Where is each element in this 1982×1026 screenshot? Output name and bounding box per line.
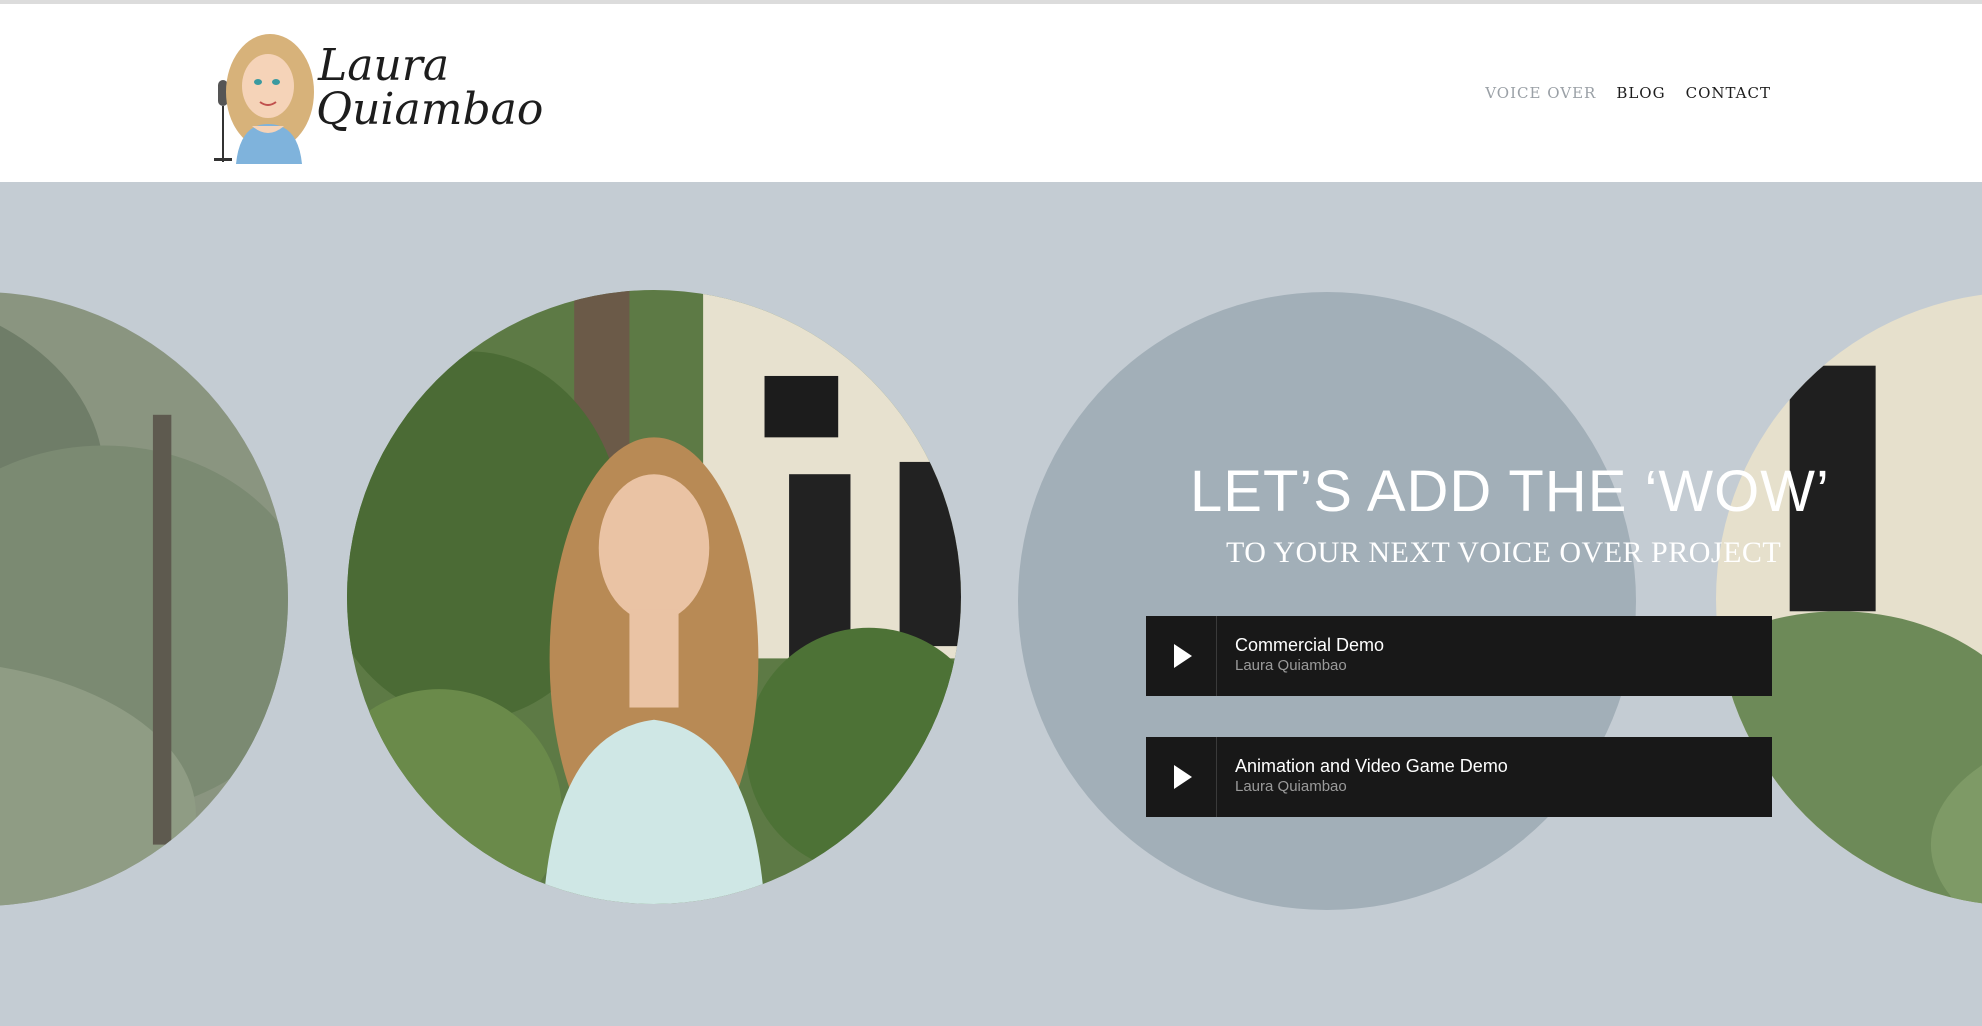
main-nav: VOICE OVER BLOG CONTACT bbox=[1485, 84, 1771, 102]
track-artist: Laura Quiambao bbox=[1235, 657, 1347, 674]
nav-item-voice-over[interactable]: VOICE OVER bbox=[1485, 84, 1596, 102]
hero-subheadline: TO YOUR NEXT VOICE OVER PROJECT bbox=[1226, 536, 1782, 569]
track-title: Commercial Demo bbox=[1235, 635, 1385, 655]
track-artist: Laura Quiambao bbox=[1235, 778, 1347, 795]
play-button[interactable] bbox=[1146, 616, 1217, 696]
portrait-photo bbox=[347, 290, 961, 904]
audio-player-commercial: Commercial Demo Laura Quiambao bbox=[1146, 616, 1772, 696]
logo-line-1: Laura bbox=[318, 40, 450, 91]
site-header: Laura Quiambao VOICE OVER BLOG CONTACT bbox=[0, 4, 1982, 182]
logo-line-2: Quiambao bbox=[316, 84, 544, 135]
hero-section: LET’S ADD THE ‘WOW’ TO YOUR NEXT VOICE O… bbox=[0, 182, 1982, 1026]
hero-headline: LET’S ADD THE ‘WOW’ bbox=[1190, 459, 1830, 524]
garden-photo-left bbox=[0, 292, 288, 906]
play-icon bbox=[1174, 644, 1192, 668]
track-title: Animation and Video Game Demo bbox=[1235, 756, 1508, 776]
play-icon bbox=[1174, 765, 1192, 789]
play-button[interactable] bbox=[1146, 737, 1217, 817]
track-meta: Animation and Video Game Demo Laura Quia… bbox=[1217, 737, 1508, 817]
blue-accent-circle bbox=[1018, 292, 1636, 910]
nav-item-blog[interactable]: BLOG bbox=[1616, 84, 1665, 102]
nav-item-contact[interactable]: CONTACT bbox=[1686, 84, 1771, 102]
track-meta: Commercial Demo Laura Quiambao bbox=[1217, 616, 1384, 696]
audio-player-animation: Animation and Video Game Demo Laura Quia… bbox=[1146, 737, 1772, 817]
logo-wordmark[interactable]: Laura Quiambao bbox=[316, 40, 544, 135]
